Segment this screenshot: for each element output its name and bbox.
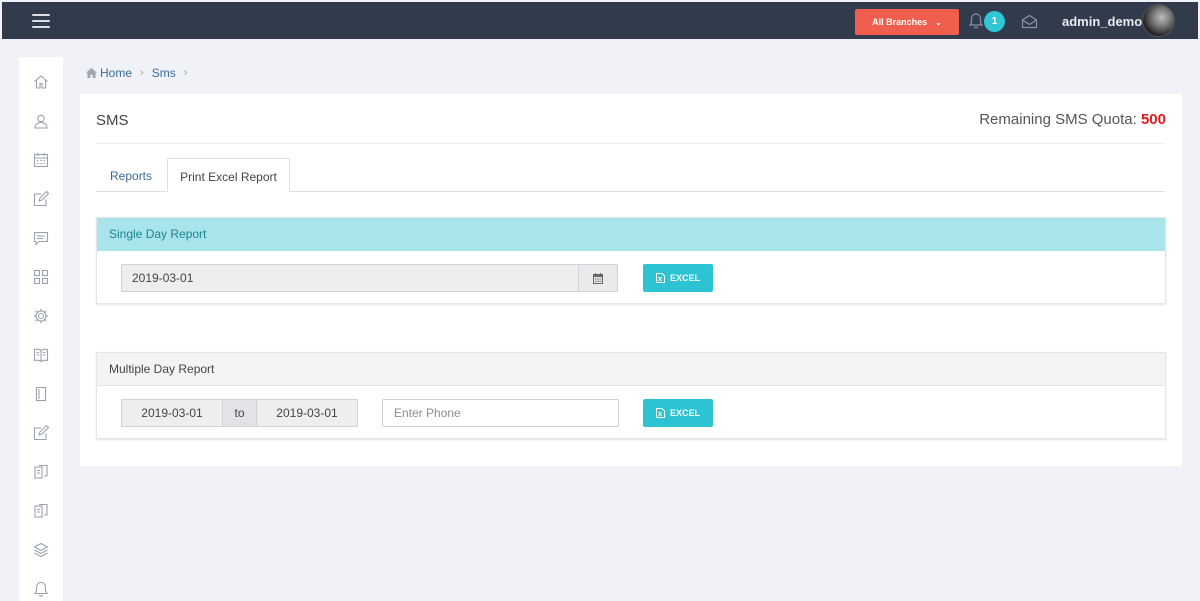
breadcrumb: Home › Sms › [86, 66, 195, 80]
bell-icon[interactable] [32, 580, 50, 598]
to-label: to [222, 399, 257, 427]
sidebar [19, 57, 63, 601]
sms-quota-value: 500 [1140, 111, 1166, 128]
door-icon[interactable] [32, 385, 50, 403]
single-day-report-panel: Single Day Report 2019-03-01 EXCEL [96, 217, 1166, 304]
chevron-down-icon: ⌄ [935, 17, 942, 27]
sms-quota: Remaining SMS Quota: 500 [979, 111, 1166, 128]
divider [96, 143, 1165, 144]
gear-icon[interactable] [32, 307, 50, 325]
multiple-day-report-panel: Multiple Day Report 2019-03-01 to 2019-0… [96, 352, 1166, 439]
branch-selector-label: All Branches [872, 17, 928, 27]
breadcrumb-separator-icon: › [183, 67, 188, 79]
sms-card: SMS Remaining SMS Quota: 500 Reports Pri… [80, 94, 1182, 466]
home-small-icon [86, 68, 97, 78]
avatar[interactable] [1142, 4, 1175, 37]
top-navbar: All Branches ⌄ 1 admin_demo [2, 2, 1198, 39]
calendar-icon [593, 272, 603, 284]
single-day-report-heading: Single Day Report [97, 218, 1165, 251]
breadcrumb-home-link[interactable]: Home [100, 66, 132, 80]
calendar-icon[interactable] [32, 151, 50, 169]
report-tabs: Reports Print Excel Report [96, 158, 1165, 192]
phone-input[interactable] [382, 399, 619, 427]
notification-count-badge[interactable]: 1 [984, 11, 1005, 32]
edit-icon[interactable] [32, 190, 50, 208]
sms-quota-label: Remaining SMS Quota: [979, 111, 1137, 128]
username-label[interactable]: admin_demo [1062, 14, 1142, 29]
layers-icon[interactable] [32, 541, 50, 559]
notification-bell-icon[interactable] [968, 12, 984, 30]
tab-print-excel-report[interactable]: Print Excel Report [167, 158, 290, 192]
single-day-date-input[interactable]: 2019-03-01 [121, 264, 579, 292]
single-day-excel-button[interactable]: EXCEL [643, 264, 713, 292]
users-icon[interactable] [32, 112, 50, 130]
multiple-day-excel-label: EXCEL [669, 408, 700, 418]
message-icon[interactable] [32, 229, 50, 247]
breadcrumb-separator-icon: › [140, 67, 144, 79]
multiple-day-report-heading: Multiple Day Report [97, 353, 1165, 386]
edit-alt-icon[interactable] [32, 424, 50, 442]
file-excel-icon [655, 273, 665, 283]
clipboard-icon[interactable] [32, 463, 50, 481]
tab-reports[interactable]: Reports [96, 158, 166, 192]
calendar-picker-button[interactable] [578, 264, 618, 292]
file-excel-icon [655, 408, 665, 418]
clipboard-alt-icon[interactable] [32, 502, 50, 520]
branch-selector-button[interactable]: All Branches ⌄ [855, 9, 959, 35]
book-icon[interactable] [32, 346, 50, 364]
from-date-input[interactable]: 2019-03-01 [121, 399, 223, 427]
to-date-input[interactable]: 2019-03-01 [256, 399, 358, 427]
multiple-day-excel-button[interactable]: EXCEL [643, 399, 713, 427]
breadcrumb-sms-link[interactable]: Sms [152, 66, 176, 80]
page-title: SMS [96, 112, 129, 129]
envelope-icon[interactable] [1021, 14, 1038, 29]
single-day-excel-label: EXCEL [669, 273, 700, 283]
hamburger-icon[interactable] [32, 14, 50, 28]
home-icon[interactable] [32, 73, 50, 91]
grid-icon[interactable] [32, 268, 50, 286]
